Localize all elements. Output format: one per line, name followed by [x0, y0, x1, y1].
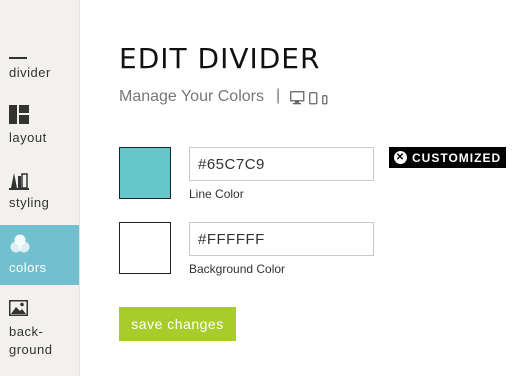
line-color-input[interactable] — [189, 147, 374, 181]
tablet-icon — [309, 92, 318, 105]
close-circle-icon: ✕ — [394, 151, 407, 164]
sidebar-item-layout[interactable]: layout — [0, 95, 79, 155]
customized-label: CUSTOMIZED — [412, 150, 502, 165]
sidebar-item-divider[interactable]: divider — [0, 30, 79, 90]
sidebar-item-label: divider — [9, 65, 51, 80]
desktop-icon — [290, 91, 305, 105]
customized-badge[interactable]: ✕ CUSTOMIZED — [389, 147, 506, 168]
mobile-icon — [322, 95, 328, 105]
sidebar-item-label: colors — [9, 260, 47, 275]
sidebar-item-styling[interactable]: styling — [0, 160, 79, 220]
line-color-label: Line Color — [189, 187, 244, 201]
device-preview-icons — [290, 91, 330, 105]
sidebar-item-colors[interactable]: colors — [0, 225, 79, 285]
colors-icon — [9, 234, 31, 259]
sidebar-item-label: styling — [9, 195, 50, 210]
save-changes-button[interactable]: save changes — [119, 307, 236, 341]
styling-icon — [9, 170, 29, 195]
sidebar: divider layout styling colors back- grou… — [0, 0, 80, 376]
image-icon — [9, 300, 28, 321]
sidebar-item-label: back- — [9, 324, 44, 339]
page-subtitle: Manage Your Colors — [119, 88, 264, 105]
layout-icon — [9, 105, 29, 129]
line-color-swatch[interactable] — [119, 147, 171, 199]
subtitle-separator: | — [276, 87, 281, 104]
sidebar-item-label: layout — [9, 130, 47, 145]
background-color-swatch[interactable] — [119, 222, 171, 274]
page-title: EDIT DIVIDER — [119, 42, 321, 75]
sidebar-item-background[interactable]: back- ground — [0, 290, 79, 370]
background-color-label: Background Color — [189, 262, 286, 276]
background-color-input[interactable] — [189, 222, 374, 256]
sidebar-item-label-line2: ground — [9, 342, 53, 357]
